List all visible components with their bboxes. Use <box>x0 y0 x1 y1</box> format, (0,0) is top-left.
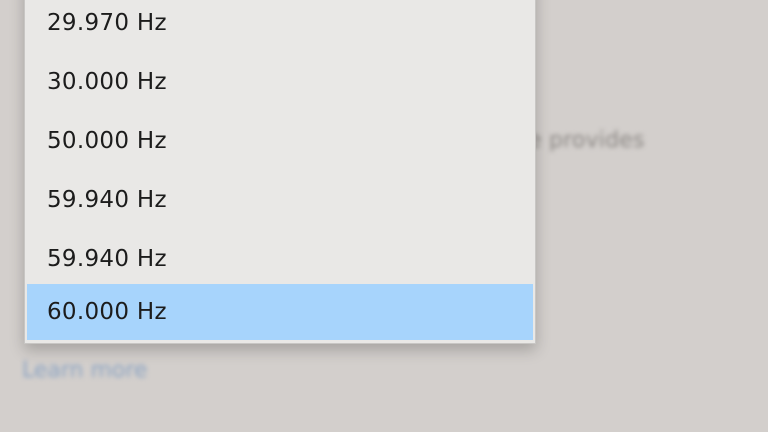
refresh-rate-option-60000[interactable]: 60.000 Hz <box>27 284 533 340</box>
refresh-rate-dropdown-list[interactable]: 29.970 Hz 30.000 Hz 50.000 Hz 59.940 Hz … <box>24 0 536 344</box>
learn-more-link[interactable]: Learn more <box>22 358 147 383</box>
refresh-rate-option-30000[interactable]: 30.000 Hz <box>27 54 533 110</box>
refresh-rate-option-59940-a[interactable]: 59.940 Hz <box>27 172 533 228</box>
option-label: 59.940 Hz <box>47 187 167 213</box>
refresh-rate-option-29970[interactable]: 29.970 Hz <box>27 0 533 51</box>
option-label: 60.000 Hz <box>47 299 167 325</box>
refresh-rate-option-50000[interactable]: 50.000 Hz <box>27 113 533 169</box>
option-label: 59.940 Hz <box>47 246 167 272</box>
option-label: 50.000 Hz <box>47 128 167 154</box>
refresh-rate-option-59940-b[interactable]: 59.940 Hz <box>27 231 533 287</box>
option-label: 29.970 Hz <box>47 10 167 36</box>
option-label: 30.000 Hz <box>47 69 167 95</box>
